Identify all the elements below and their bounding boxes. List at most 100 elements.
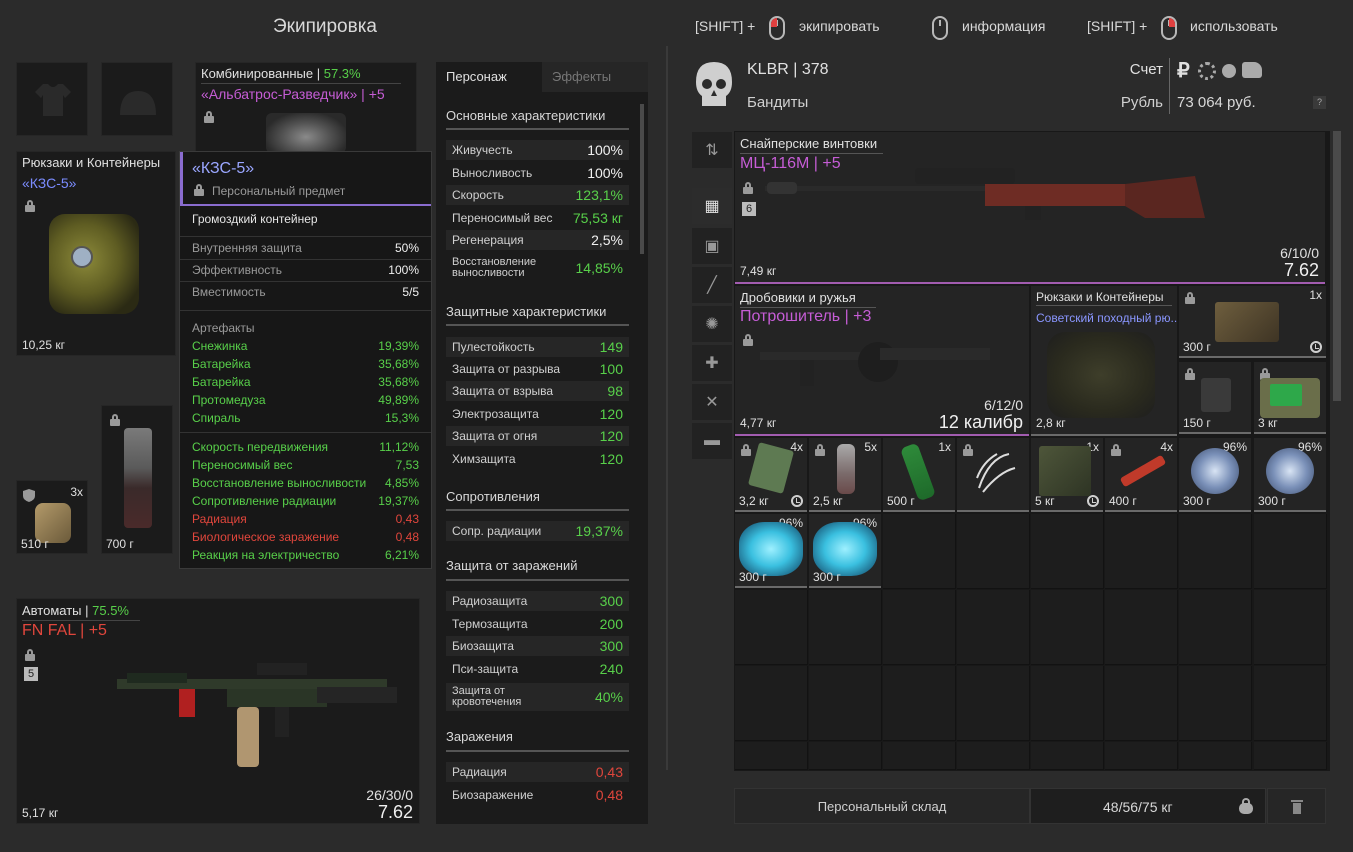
sort-icon: ⇅ <box>705 142 719 159</box>
tab-effects[interactable]: Эффекты <box>542 62 648 92</box>
empty-grid-cell[interactable] <box>1031 666 1104 741</box>
stat-label: Химзащита <box>452 452 516 466</box>
stat-row: Термозащита 200 <box>446 614 629 634</box>
rifle-category: Автоматы <box>22 603 82 618</box>
filter-weapons-button[interactable]: ╱ <box>692 267 732 303</box>
empty-grid-cell[interactable] <box>1179 742 1252 770</box>
item-ammo: 6/12/0 <box>984 397 1023 413</box>
empty-grid-cell[interactable] <box>809 742 882 770</box>
filter-misc-button[interactable]: ▬ <box>692 423 732 459</box>
inventory-item-shotgun[interactable]: Дробовики и ружья Потрошитель | +3 6/12/… <box>735 286 1029 436</box>
empty-grid-cell[interactable] <box>809 666 882 741</box>
section-line <box>446 324 629 326</box>
tooltip-prop-row: Внутренняя защита 50% <box>192 241 419 255</box>
inventory-item-artifact-claw[interactable] <box>957 438 1029 512</box>
empty-grid-cell[interactable] <box>1179 514 1252 589</box>
balance: 73 064 руб. <box>1177 94 1256 111</box>
stat-row: Биозаражение 0,48 <box>446 785 629 805</box>
filter-medicine-button[interactable]: ✚ <box>692 345 732 381</box>
empty-grid-cell[interactable] <box>883 514 956 589</box>
empty-grid-cell[interactable] <box>1105 514 1178 589</box>
tab-character[interactable]: Персонаж <box>436 62 542 92</box>
inventory-item-crystal-artifact[interactable]: 96% 300 г <box>809 514 881 588</box>
empty-grid-cell[interactable] <box>1254 590 1327 665</box>
inventory-item-box[interactable]: 1x 300 г <box>1179 286 1326 358</box>
empty-grid-cell[interactable] <box>957 666 1030 741</box>
item-count: 5x <box>864 440 877 454</box>
inventory-scrollbar[interactable] <box>1333 131 1341 401</box>
empty-grid-cell[interactable] <box>1031 590 1104 665</box>
equip-slot-artifact[interactable]: 3x 510 г <box>16 480 88 554</box>
empty-grid-cell[interactable] <box>735 742 808 770</box>
empty-grid-cell[interactable] <box>1105 742 1178 770</box>
panel-divider <box>666 46 668 770</box>
empty-grid-cell[interactable] <box>957 742 1030 770</box>
empty-grid-cell[interactable] <box>957 514 1030 589</box>
inventory-item-syringe[interactable]: 4x 400 г <box>1105 438 1177 512</box>
effect-label: Биологическое заражение <box>192 530 340 544</box>
empty-grid-cell[interactable] <box>1031 742 1104 770</box>
inventory-item-device[interactable]: 3 кг <box>1254 362 1326 434</box>
equip-slot-primary-weapon[interactable]: Автоматы | 75.5% FN FAL | +5 5 26/30/0 7… <box>16 598 420 824</box>
artifact-count: 3x <box>70 485 83 499</box>
ruble-icon: ₽ <box>1177 60 1190 82</box>
compass-icon[interactable] <box>1222 64 1236 78</box>
inventory-item-sniper[interactable]: Снайперские винтовки МЦ-116М | +5 6 6/10… <box>735 132 1325 284</box>
inventory-item-backpack[interactable]: Рюкзаки и Контейнеры Советский походный … <box>1031 286 1177 436</box>
filter-all-button[interactable]: ▦ <box>692 188 732 224</box>
stat-value: 40% <box>594 689 623 705</box>
armor-category: Комбинированные <box>201 66 314 81</box>
empty-grid-cell[interactable] <box>809 590 882 665</box>
inventory-item-snowflake-artifact[interactable]: 96% 300 г <box>1179 438 1251 512</box>
section-title-infection: Защита от заражений <box>446 558 578 573</box>
inventory-item-crystal-artifact[interactable]: 96% 300 г <box>735 514 807 588</box>
equip-slot-helmet[interactable] <box>101 62 173 136</box>
gear-icon[interactable] <box>1198 62 1216 80</box>
help-button[interactable]: ? <box>1313 96 1326 109</box>
trash-button[interactable] <box>1267 788 1326 824</box>
inventory-item-radio[interactable]: 150 г <box>1179 362 1251 434</box>
empty-grid-cell[interactable] <box>883 590 956 665</box>
empty-grid-cell[interactable] <box>735 590 808 665</box>
empty-grid-cell[interactable] <box>957 590 1030 665</box>
inventory-item-bandage[interactable]: 4x 3,2 кг <box>735 438 807 512</box>
empty-grid-cell[interactable] <box>735 666 808 741</box>
tooltip-divider <box>180 236 431 237</box>
filter-artifacts-button[interactable]: ✺ <box>692 306 732 342</box>
weight-display: 48/56/75 кг <box>1030 788 1266 824</box>
stat-label: Термозащита <box>452 617 528 631</box>
empty-grid-cell[interactable] <box>1105 590 1178 665</box>
empty-grid-cell[interactable] <box>1179 590 1252 665</box>
inventory-item-bottle[interactable]: 5x 2,5 кг <box>809 438 881 512</box>
empty-grid-cell[interactable] <box>1105 666 1178 741</box>
stats-scrollbar[interactable] <box>640 104 644 254</box>
tooltip-prop-row: Эффективность 100% <box>192 263 419 277</box>
filter-tools-button[interactable]: ✕ <box>692 384 732 420</box>
tooltip-artifact-row: Протомедуза 49,89% <box>192 393 419 407</box>
empty-grid-cell[interactable] <box>1254 514 1327 589</box>
filter-armor-button[interactable]: ▣ <box>692 228 732 264</box>
stat-value: 0,43 <box>595 764 623 780</box>
stat-row: Выносливость 100% <box>446 163 629 183</box>
equip-slot-clothes[interactable] <box>16 62 88 136</box>
empty-grid-cell[interactable] <box>1254 742 1327 770</box>
sort-button[interactable]: ⇅ <box>692 132 732 168</box>
rifle-divider <box>22 620 140 621</box>
empty-grid-cell[interactable] <box>1179 666 1252 741</box>
inventory-item-ammo-crate[interactable]: 1x 5 кг <box>1031 438 1103 512</box>
empty-grid-cell[interactable] <box>1254 666 1327 741</box>
equip-slot-armor[interactable]: Комбинированные | 57.3% «Альбатрос-Разве… <box>195 62 417 153</box>
armor-sep: | <box>313 66 324 81</box>
empty-grid-cell[interactable] <box>1031 514 1104 589</box>
inventory-item-snowflake-artifact[interactable]: 96% 300 г <box>1254 438 1326 512</box>
personal-stash-button[interactable]: Персональный склад <box>734 788 1030 824</box>
thumbs-up-icon[interactable] <box>1242 62 1262 78</box>
equip-slot-backpack[interactable]: Рюкзаки и Контейнеры «КЗС-5» 10,25 кг <box>16 151 176 356</box>
inventory-item-green-bottle[interactable]: 1x 500 г <box>883 438 955 512</box>
item-divider <box>740 153 883 154</box>
empty-grid-cell[interactable] <box>883 666 956 741</box>
equip-slot-knife[interactable]: 700 г <box>101 405 173 554</box>
tooltip-effect-row: Реакция на электричество 6,21% <box>192 548 419 562</box>
empty-grid-cell[interactable] <box>883 742 956 770</box>
tooltip-artifact-row: Батарейка 35,68% <box>192 375 419 389</box>
